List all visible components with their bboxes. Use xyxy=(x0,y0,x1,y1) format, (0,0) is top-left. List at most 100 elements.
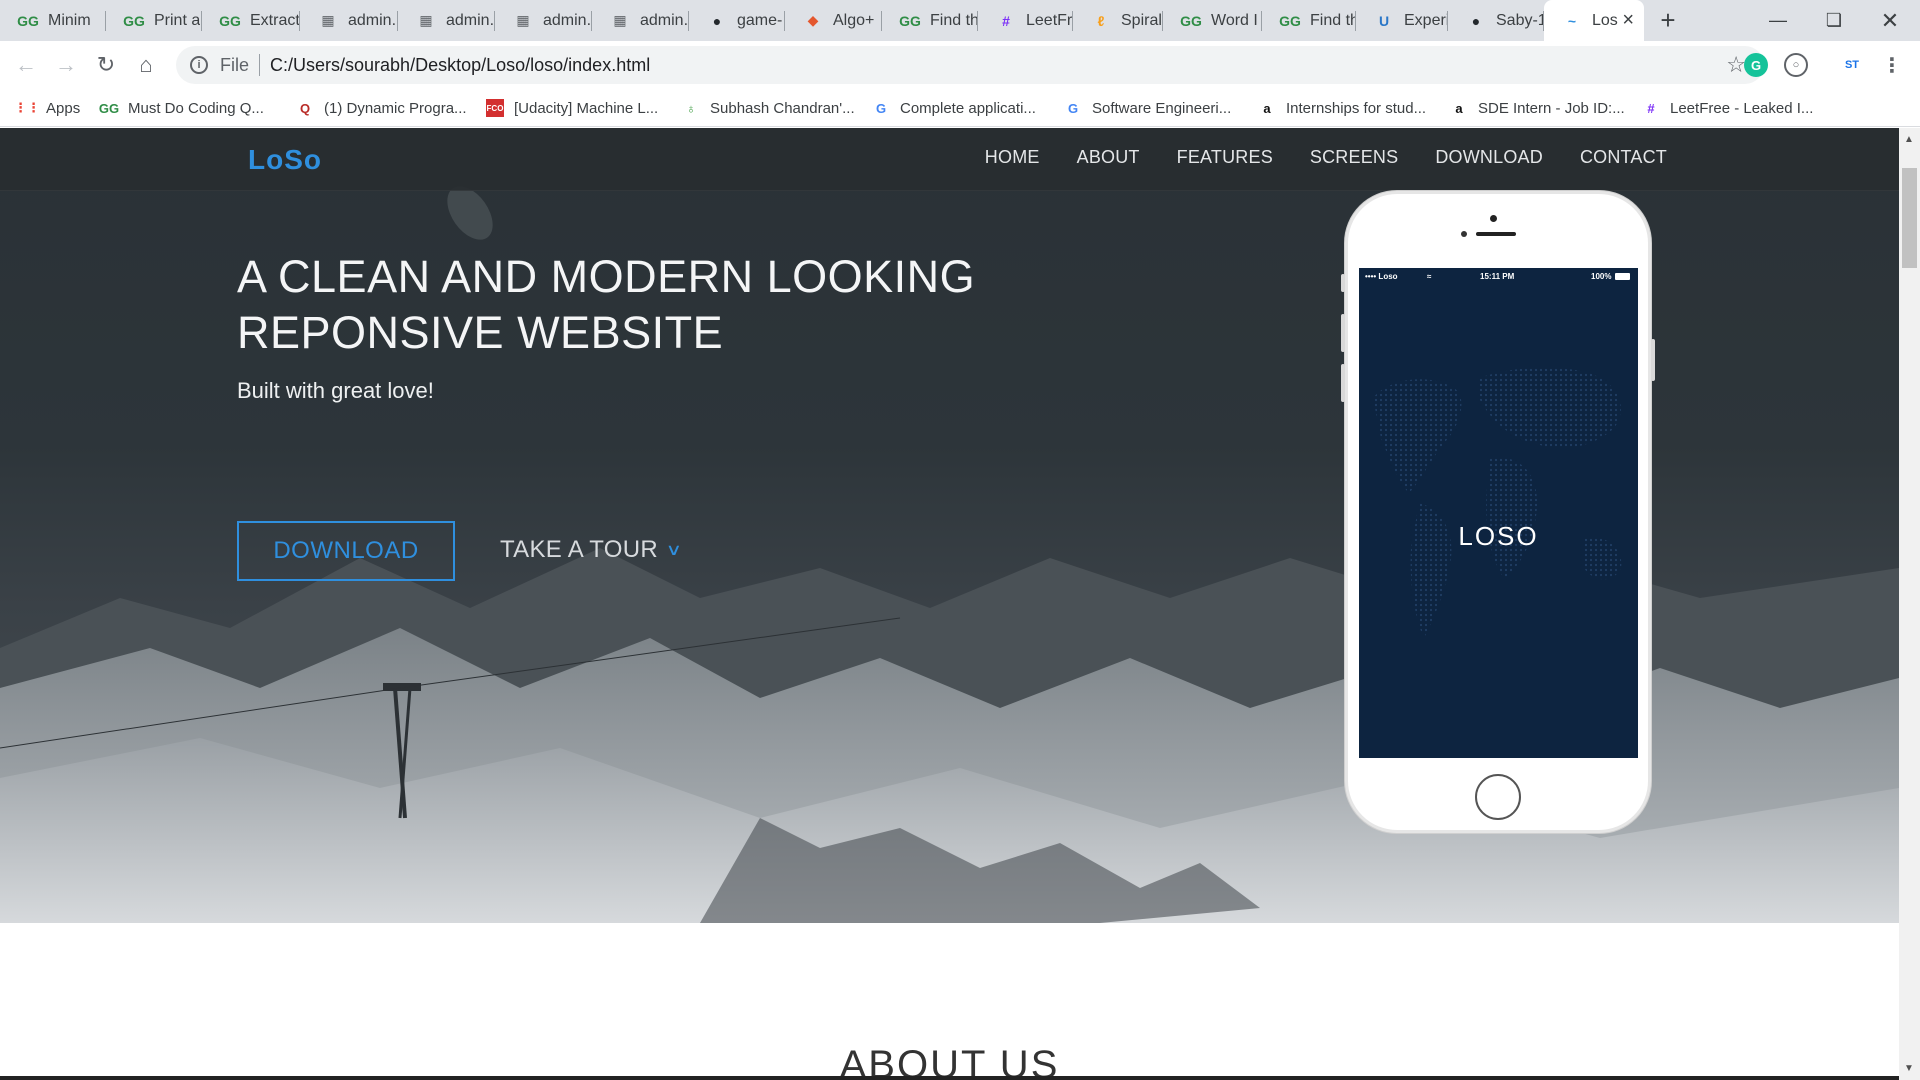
phone-speaker xyxy=(1476,232,1516,236)
maximize-button[interactable]: ❏ xyxy=(1806,0,1862,41)
battery-icon xyxy=(1615,273,1630,280)
tab-11[interactable]: ℓ Spiral M xyxy=(1073,0,1163,41)
back-button[interactable]: ← xyxy=(8,47,44,83)
tab-title: Saby-1 xyxy=(1496,11,1544,29)
tab-strip: GG Minim GG Print a GG Extract ▦ admin. ▦ admin. ▦… xyxy=(0,0,1920,41)
bookmark-5[interactable]: G Complete applicati... xyxy=(872,97,1036,119)
grammarly-extension-icon[interactable]: G xyxy=(1744,53,1768,77)
tab-title: admin. xyxy=(446,11,495,29)
bookmark-0[interactable]: ⋮⋮ Apps xyxy=(14,97,80,119)
tab-title: Word I xyxy=(1211,11,1258,29)
browser-toolbar: ← → ↻ ⌂ i File C:/Users/sourabh/Desktop/… xyxy=(0,41,1920,89)
phone-status-bar: •••• Loso ≈ 15:11 PM 100% xyxy=(1359,268,1638,286)
tab-title: Find th xyxy=(1310,11,1356,29)
tab-12[interactable]: GG Word I xyxy=(1163,0,1262,41)
bookmark-8[interactable]: a SDE Intern - Job ID:... xyxy=(1450,97,1625,119)
hash-icon: # xyxy=(1002,12,1010,29)
extension-circle-icon[interactable]: ○ xyxy=(1784,53,1808,77)
nav-link-about[interactable]: ABOUT xyxy=(1077,147,1140,168)
nav-link-contact[interactable]: CONTACT xyxy=(1580,147,1667,168)
bookmark-1[interactable]: GG Must Do Coding Q... xyxy=(99,97,264,119)
bookmark-label: Subhash Chandran'... xyxy=(710,99,855,117)
tab-title: LeetFre xyxy=(1026,11,1073,29)
tab-title: Print a xyxy=(154,11,201,29)
apps-icon: ⋮⋮ xyxy=(14,100,40,115)
minimize-button[interactable]: — xyxy=(1750,0,1806,41)
bookmark-label: SDE Intern - Job ID:... xyxy=(1478,99,1625,117)
nav-link-screens[interactable]: SCREENS xyxy=(1310,147,1398,168)
reload-button[interactable]: ↻ xyxy=(88,47,124,83)
tab-9[interactable]: GG Find th xyxy=(882,0,978,41)
nav-link-features[interactable]: FEATURES xyxy=(1177,147,1273,168)
hero-subheadline: Built with great love! xyxy=(237,378,434,403)
site-logo[interactable]: LoSo xyxy=(248,144,322,176)
phone-battery-text: 100% xyxy=(1591,272,1612,281)
github-icon: ● xyxy=(712,12,722,29)
u-icon: U xyxy=(1378,12,1390,29)
tab-15[interactable]: ● Saby-1 xyxy=(1448,0,1544,41)
hash-icon: # xyxy=(1647,100,1655,116)
scrollbar-thumb[interactable] xyxy=(1902,168,1917,268)
bookmark-2[interactable]: Q (1) Dynamic Progra... xyxy=(296,97,467,119)
algo-icon: ◆ xyxy=(807,12,819,28)
tab-title: Los xyxy=(1592,11,1618,29)
close-tab-icon[interactable]: × xyxy=(1622,9,1634,32)
about-heading: ABOUT US xyxy=(839,1043,1060,1080)
phone-volume-down xyxy=(1341,364,1345,402)
address-separator xyxy=(259,54,261,76)
bookmark-label: Must Do Coding Q... xyxy=(128,99,264,117)
tab-5[interactable]: ▦ admin. xyxy=(495,0,592,41)
tab-7[interactable]: ● game- xyxy=(689,0,785,41)
leetcode-icon: ℓ xyxy=(1097,12,1105,29)
amazon-icon: a xyxy=(1455,100,1463,116)
bookmark-label: (1) Dynamic Progra... xyxy=(324,99,467,117)
tab-title: Experie xyxy=(1404,11,1448,29)
tab-10[interactable]: # LeetFre xyxy=(978,0,1073,41)
tab-8[interactable]: ◆ Algo+ xyxy=(785,0,882,41)
home-button[interactable]: ⌂ xyxy=(128,47,164,83)
address-bar[interactable]: i File C:/Users/sourabh/Desktop/Loso/los… xyxy=(176,46,1764,84)
admin-icon: ▦ xyxy=(321,12,335,28)
bookmark-label: Internships for stud... xyxy=(1286,99,1427,117)
tab-1[interactable]: GG Print a xyxy=(106,0,202,41)
forward-button[interactable]: → xyxy=(48,47,84,83)
info-icon[interactable]: i xyxy=(190,56,208,74)
horizontal-scroll-edge xyxy=(0,1076,1899,1080)
tab-2[interactable]: GG Extract xyxy=(202,0,300,41)
new-tab-button[interactable]: + xyxy=(1654,6,1682,34)
vertical-scrollbar[interactable]: ▲ ▼ xyxy=(1899,128,1920,1080)
bookmark-7[interactable]: a Internships for stud... xyxy=(1258,97,1426,119)
site-navbar: LoSo HOME ABOUT FEATURES SCREENS DOWNLOAD CON… xyxy=(0,128,1899,191)
nav-link-download[interactable]: DOWNLOAD xyxy=(1435,147,1543,168)
tab-0[interactable]: GG Minim xyxy=(0,0,106,41)
bookmark-9[interactable]: # LeetFree - Leaked I... xyxy=(1642,97,1813,119)
tab-title: Algo+ xyxy=(833,11,875,29)
bookmark-label: [Udacity] Machine L... xyxy=(514,99,659,117)
tab-title: admin. xyxy=(348,11,397,29)
bookmark-4[interactable]: ♁ Subhash Chandran'... xyxy=(682,97,855,119)
nav-link-home[interactable]: HOME xyxy=(985,147,1040,168)
google-icon: G xyxy=(1067,100,1079,116)
fco-icon: FCO xyxy=(486,99,504,117)
st-extension-icon[interactable]: ST xyxy=(1840,53,1864,77)
loso-icon: ~ xyxy=(1567,12,1577,29)
tab-16[interactable]: ~ Los × xyxy=(1544,0,1644,41)
url-text[interactable]: C:/Users/sourabh/Desktop/Loso/loso/index… xyxy=(270,55,650,76)
close-window-button[interactable]: ✕ xyxy=(1862,0,1918,41)
tab-14[interactable]: U Experie xyxy=(1356,0,1448,41)
scroll-down-arrow-icon[interactable]: ▼ xyxy=(1904,1063,1914,1074)
tab-title: admin. xyxy=(640,11,689,29)
phone-screen-logo: LOSO xyxy=(1458,521,1539,551)
download-button[interactable]: DOWNLOAD xyxy=(237,521,455,581)
menu-kebab-icon[interactable]: ⋮ xyxy=(1880,53,1904,77)
tab-3[interactable]: ▦ admin. xyxy=(300,0,398,41)
scroll-up-arrow-icon[interactable]: ▲ xyxy=(1904,134,1914,145)
tab-6[interactable]: ▦ admin. xyxy=(592,0,689,41)
tab-13[interactable]: GG Find th xyxy=(1262,0,1356,41)
page-viewport: LoSo HOME ABOUT FEATURES SCREENS DOWNLOAD CON… xyxy=(0,128,1899,1080)
quora-icon: Q xyxy=(299,100,311,116)
bookmark-6[interactable]: G Software Engineeri... xyxy=(1064,97,1231,119)
bookmark-3[interactable]: FCO [Udacity] Machine L... xyxy=(486,97,658,119)
tab-4[interactable]: ▦ admin. xyxy=(398,0,495,41)
take-a-tour-link[interactable]: TAKE A TOUR ∨ xyxy=(500,536,682,564)
